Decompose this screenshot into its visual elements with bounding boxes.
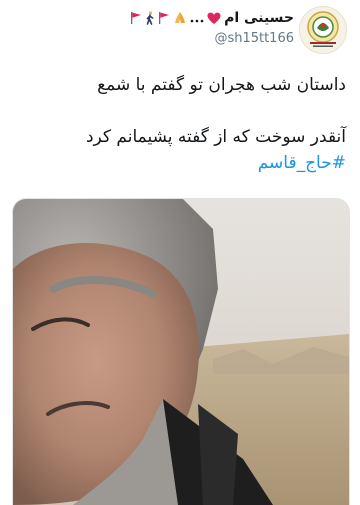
ellipsis-icon (190, 11, 204, 25)
user-handle[interactable]: @sh15tt166 (214, 31, 294, 46)
heart-icon (207, 12, 221, 25)
tweet-line-2: آنقدر سوخت که از گفته پشیمانم کرد (85, 127, 346, 147)
flag-icon (158, 11, 170, 25)
profile-emblem-icon (300, 7, 346, 53)
portrait-photo-icon (13, 199, 349, 505)
hashtag-link[interactable]: #حاج_قاسم (258, 153, 346, 173)
tweet-text: داستان شب هجران تو گفتم با شمع آنقدر سوخ… (14, 72, 346, 176)
flag-icon (130, 11, 142, 25)
name-row[interactable]: حسینی ام (130, 8, 294, 28)
tweet-line-1: داستان شب هجران تو گفتم با شمع (97, 75, 346, 95)
avatar[interactable] (299, 6, 347, 54)
tweet-media-image[interactable] (12, 198, 350, 505)
tweet-card: حسینی ام @sh15tt166 داستان شب هجران تو گ… (0, 0, 360, 505)
walking-person-icon (145, 11, 155, 25)
praying-hands-icon (173, 11, 187, 25)
display-name[interactable]: حسینی ام (224, 10, 294, 26)
